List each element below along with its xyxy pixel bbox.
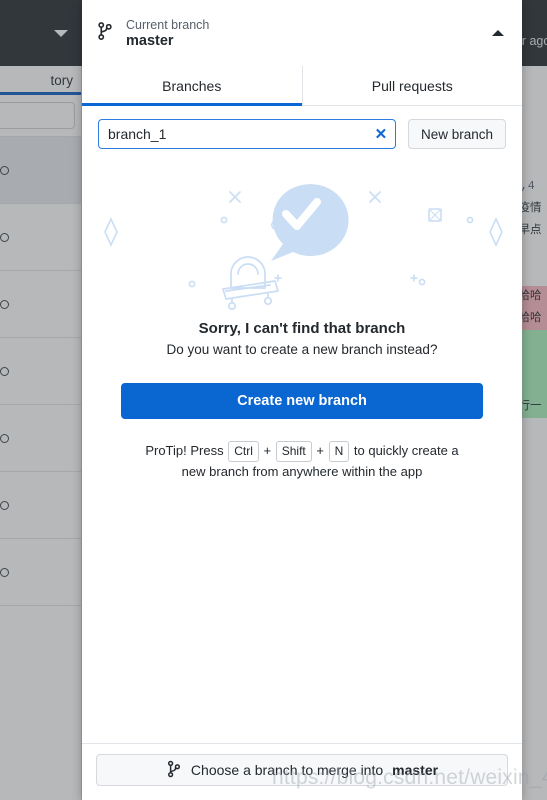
merge-button-prefix: Choose a branch to merge into [190, 762, 384, 778]
no-results-illustration [104, 184, 503, 311]
protip-text: ProTip! Press Ctrl + Shift + N to quickl… [132, 441, 472, 482]
merge-footer: Choose a branch to merge into master [82, 743, 522, 800]
branch-filter-input[interactable] [98, 119, 396, 149]
branch-dropdown-popover: Current branch master Branches Pull requ… [82, 0, 522, 800]
kbd-ctrl: Ctrl [228, 441, 259, 462]
git-merge-icon [166, 760, 182, 781]
protip-plus-1: + [263, 443, 272, 458]
protip-lead: ProTip! Press [145, 443, 224, 458]
empty-state-title: Sorry, I can't find that branch [198, 320, 406, 337]
choose-branch-to-merge-button[interactable]: Choose a branch to merge into master [96, 754, 508, 786]
tab-pull-requests[interactable]: Pull requests [301, 66, 522, 105]
protip-line-2: new branch from anywhere within the app [181, 463, 423, 479]
github-desktop-window: Fetch origin Last fetched an hour ago to… [0, 0, 547, 800]
create-new-branch-button[interactable]: Create new branch [121, 383, 483, 419]
merge-button-target: master [392, 762, 439, 778]
tab-branches-label: Branches [162, 77, 222, 94]
current-branch-label: Current branch [126, 17, 210, 32]
kbd-n: N [328, 441, 350, 462]
no-branch-found-empty-state: Sorry, I can't find that branch Do you w… [82, 161, 522, 743]
popover-tabs: Branches Pull requests [82, 66, 522, 106]
new-branch-button[interactable]: New branch [407, 119, 506, 149]
git-branch-icon [96, 21, 114, 46]
branch-search-row: ✕ New branch [82, 106, 522, 161]
protip-plus-2: + [316, 443, 324, 458]
tab-branches[interactable]: Branches [82, 66, 302, 106]
current-branch-name: master [126, 32, 174, 49]
empty-state-subtitle: Do you want to create a new branch inste… [166, 342, 438, 357]
kbd-shift: Shift [275, 441, 312, 462]
protip-tail: to quickly create a [353, 443, 459, 458]
branch-search-field: ✕ [98, 119, 396, 149]
chevron-up-icon [492, 30, 504, 36]
current-branch-texts: Current branch master [126, 18, 492, 49]
clear-search-icon[interactable]: ✕ [372, 125, 390, 143]
tab-pull-requests-label: Pull requests [371, 77, 453, 94]
current-branch-button[interactable]: Current branch master [82, 0, 522, 66]
